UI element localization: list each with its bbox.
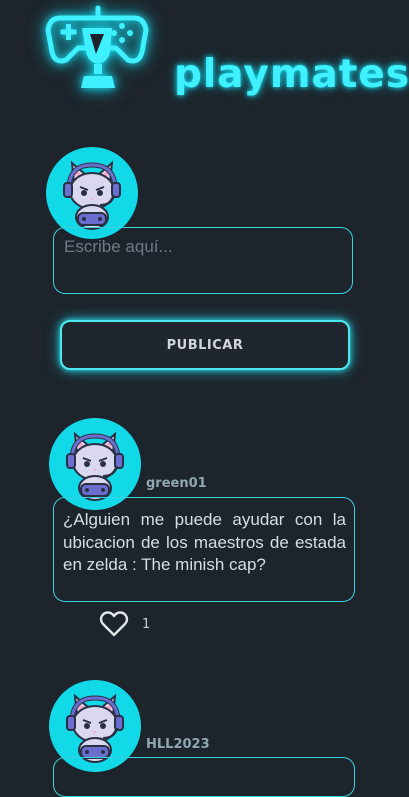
gamer-cat-avatar-icon	[63, 160, 121, 230]
heart-outline-icon	[99, 611, 129, 637]
publish-button[interactable]: PUBLICAR	[60, 320, 350, 370]
post-content	[53, 757, 355, 797]
logo: playmates	[42, 4, 409, 100]
post-username[interactable]: HLL2023	[146, 737, 210, 752]
post-username[interactable]: green01	[146, 476, 207, 491]
post-content: ¿Alguien me puede ayudar con la ubicacio…	[53, 497, 355, 602]
like-count: 1	[142, 617, 151, 632]
post-input[interactable]	[53, 227, 353, 294]
logo-text: playmates	[174, 52, 409, 97]
gamepad-trophy-icon	[45, 5, 149, 88]
like-button[interactable]	[99, 610, 129, 638]
avatar	[46, 147, 138, 239]
